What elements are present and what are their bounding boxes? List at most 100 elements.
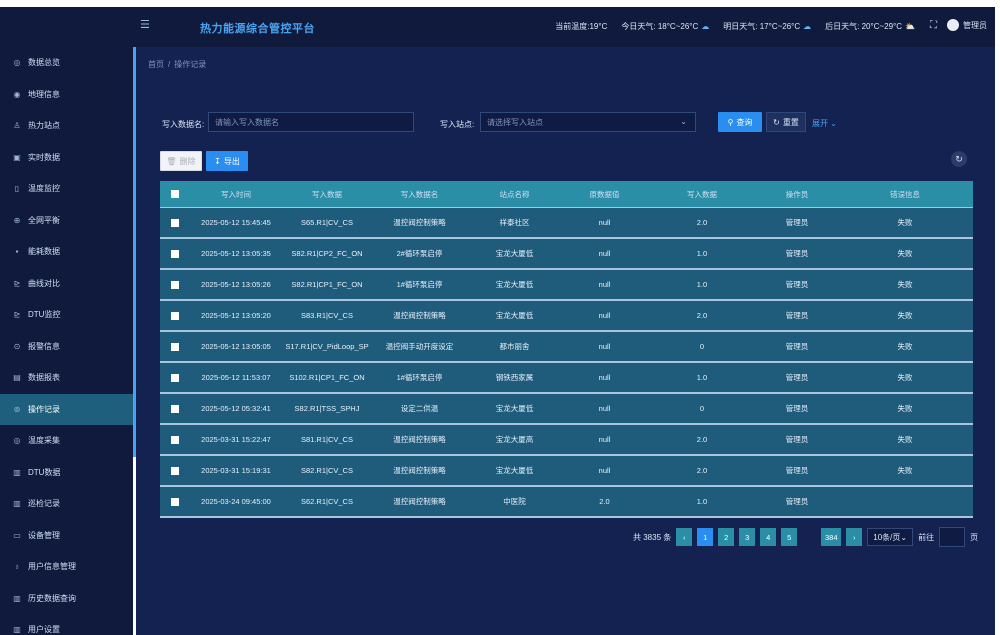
sidebar-item[interactable]: ▣ 实时数据 bbox=[0, 142, 133, 174]
sidebar-item[interactable]: ⊵ 曲线对比 bbox=[0, 268, 133, 300]
row-checkbox[interactable] bbox=[171, 435, 179, 444]
table-cell: 管理员 bbox=[785, 218, 809, 227]
table-cell: 2025-05-12 05:32:41 bbox=[201, 404, 271, 413]
table-cell: S82.R1|CP1_FC_ON bbox=[291, 280, 363, 289]
row-checkbox[interactable] bbox=[171, 280, 179, 289]
fullscreen-icon[interactable]: ⛶ bbox=[930, 20, 937, 31]
table-row[interactable]: 2025-03-31 15:19:31 S82.R1|CV_CS 温控阀控制策略 宝龙… bbox=[160, 456, 973, 487]
table-cell: 2025-03-31 15:19:31 bbox=[201, 466, 271, 475]
refresh-icon[interactable]: ↻ bbox=[951, 151, 967, 167]
table-cell: S82.R1|CV_CS bbox=[301, 466, 353, 475]
export-button[interactable]: ↧ 导出 bbox=[206, 151, 248, 171]
row-checkbox[interactable] bbox=[171, 373, 179, 382]
page-button[interactable]: 3 bbox=[739, 528, 756, 546]
row-checkbox-cell bbox=[160, 466, 190, 475]
settings-icon: ▥ bbox=[13, 625, 21, 635]
page-button[interactable]: 5 bbox=[781, 528, 798, 546]
page-size-select[interactable]: 10条/页⌄ bbox=[867, 528, 914, 546]
reset-button[interactable]: ↻ 重置 bbox=[766, 112, 806, 132]
sidebar-item-label: 能耗数据 bbox=[28, 247, 60, 257]
table-row[interactable]: 2025-05-12 15:45:45 S65.R1|CV_CS 温控阀控制策略 祥泰… bbox=[160, 208, 973, 239]
table-cell: 中医院 bbox=[503, 497, 526, 506]
sidebar: ◎ 数据总览 ◉ 地理信息 ♙ 热力站点 ▣ 实时数据 ▯ 温度监控 ⊕ 全网平衡 ▪ 能耗数据 ⊵ 曲线对比… bbox=[0, 47, 133, 635]
table-cell: 宝龙大厦低 bbox=[495, 311, 534, 320]
row-checkbox[interactable] bbox=[171, 404, 179, 413]
table-cell: null bbox=[598, 280, 611, 289]
row-checkbox[interactable] bbox=[171, 466, 179, 475]
sidebar-item[interactable]: ▪ 能耗数据 bbox=[0, 236, 133, 268]
search-button[interactable]: ⚲ 查询 bbox=[718, 112, 762, 132]
records-table: 写入时间 写入数据 写入数据名 站点名称 原数据值 写入数据 操作员 错误信息 2025-05-… bbox=[160, 181, 973, 518]
sidebar-item[interactable]: ◎ 温度采集 bbox=[0, 425, 133, 457]
row-checkbox[interactable] bbox=[171, 249, 179, 258]
thermometer-icon: ▯ bbox=[14, 184, 20, 194]
table-cell: 宝龙大厦低 bbox=[495, 466, 534, 475]
expand-link[interactable]: 展开 ⌄ bbox=[812, 118, 837, 129]
site-select[interactable]: 请选择写入站点 ⌄ bbox=[480, 112, 696, 132]
sidebar-item[interactable]: ▥ 历史数据查询 bbox=[0, 583, 133, 615]
table-row[interactable]: 2025-05-12 13:05:35 S82.R1|CP2_FC_ON 2#循环泵… bbox=[160, 239, 973, 270]
next-page-button[interactable]: › bbox=[846, 528, 863, 546]
page-jump-input[interactable] bbox=[939, 527, 966, 547]
collect-icon: ◎ bbox=[13, 436, 21, 446]
table-cell: S65.R1|CV_CS bbox=[301, 218, 353, 227]
after-tomorrow-weather: 后日天气: 20°C~29°C ⛅ bbox=[825, 22, 915, 31]
table-row[interactable]: 2025-03-31 15:22:47 S81.R1|CV_CS 温控阀控制策略 宝龙… bbox=[160, 425, 973, 456]
table-row[interactable]: 2025-05-12 13:05:26 S82.R1|CP1_FC_ON 1#循环泵… bbox=[160, 270, 973, 301]
table-cell: null bbox=[598, 249, 611, 258]
sidebar-item[interactable]: ▯ 温度监控 bbox=[0, 173, 133, 205]
page-button[interactable]: 4 bbox=[760, 528, 777, 546]
sidebar-item[interactable]: ⊕ 全网平衡 bbox=[0, 205, 133, 237]
sidebar-item[interactable]: ◎ 数据总览 bbox=[0, 47, 133, 79]
sidebar-item[interactable]: ⊙ 报警信息 bbox=[0, 331, 133, 363]
table-cell: 2025-05-12 11:53:07 bbox=[201, 373, 271, 382]
last-page-button[interactable]: 384 bbox=[821, 528, 842, 546]
table-row[interactable]: 2025-05-12 11:53:07 S102.R1|CP1_FC_ON 1#循环… bbox=[160, 363, 973, 394]
balance-icon: ⊕ bbox=[13, 215, 21, 225]
sidebar-item[interactable]: ▤ 数据报表 bbox=[0, 362, 133, 394]
table-cell: 设定二供温 bbox=[400, 404, 439, 413]
row-checkbox[interactable] bbox=[171, 311, 179, 320]
table-cell: 失败 bbox=[897, 435, 913, 444]
table-cell: 钢铁西家属 bbox=[495, 373, 534, 382]
table-cell: 宝龙大厦低 bbox=[495, 249, 534, 258]
sidebar-item[interactable]: ◉ 地理信息 bbox=[0, 79, 133, 111]
breadcrumb-home[interactable]: 首页 bbox=[148, 60, 164, 69]
sidebar-item[interactable]: ▥ 巡检记录 bbox=[0, 488, 133, 520]
table-row[interactable]: 2025-05-12 13:05:05 S17.R1|CV_PidLoop_SP 温… bbox=[160, 332, 973, 363]
sidebar-item[interactable]: ♙ 热力站点 bbox=[0, 110, 133, 142]
menu-toggle-icon[interactable]: ☰ bbox=[140, 18, 156, 34]
table-cell: 2025-05-12 13:05:05 bbox=[201, 342, 271, 351]
table-row[interactable]: 2025-05-12 05:32:41 S82.R1|TSS_SPHJ 设定二供温 宝… bbox=[160, 394, 973, 425]
data-name-input[interactable]: 请输入写入数据名 bbox=[208, 112, 414, 132]
sidebar-item[interactable]: ▭ 设备管理 bbox=[0, 520, 133, 552]
sidebar-item-label: 巡检记录 bbox=[28, 499, 60, 509]
table-row[interactable]: 2025-05-12 13:05:20 S83.R1|CV_CS 温控阀控制策略 宝龙… bbox=[160, 301, 973, 332]
table-cell: 温控阀控制策略 bbox=[393, 311, 446, 320]
row-checkbox[interactable] bbox=[171, 218, 179, 227]
sidebar-item[interactable]: ⊵ DTU监控 bbox=[0, 299, 133, 331]
table-cell: 管理员 bbox=[785, 497, 809, 506]
table-cell: 宝龙大厦高 bbox=[495, 435, 534, 444]
delete-button[interactable]: 🗑 删除 bbox=[160, 151, 202, 171]
sidebar-item[interactable]: ▥ DTU数据 bbox=[0, 457, 133, 489]
table-cell: 2.0 bbox=[599, 497, 610, 506]
select-all-checkbox[interactable] bbox=[171, 190, 179, 198]
table-row[interactable]: 2025-03-24 09:45:00 S62.R1|CV_CS 温控阀控制策略 中医… bbox=[160, 487, 973, 518]
row-checkbox[interactable] bbox=[171, 342, 179, 351]
page-button[interactable]: 2 bbox=[718, 528, 735, 546]
row-checkbox-cell bbox=[160, 404, 190, 413]
prev-page-button[interactable]: ‹ bbox=[676, 528, 693, 546]
table-cell: 管理员 bbox=[785, 373, 809, 382]
sidebar-item[interactable]: ⊚ 操作记录 bbox=[0, 393, 133, 425]
sidebar-item[interactable]: ♁ 用户信息管理 bbox=[0, 551, 133, 583]
sidebar-item[interactable]: ▥ 用户设置 bbox=[0, 614, 133, 635]
total-count: 共 3835 条 bbox=[633, 532, 672, 542]
table-cell: S81.R1|CV_CS bbox=[301, 435, 353, 444]
row-checkbox[interactable] bbox=[171, 497, 179, 506]
table-header: 写入时间 写入数据 写入数据名 站点名称 原数据值 写入数据 操作员 错误信息 bbox=[160, 181, 973, 208]
page-button[interactable]: 1 bbox=[697, 528, 714, 546]
user-menu[interactable]: 管理员 bbox=[947, 19, 987, 31]
column-header: 原数据值 bbox=[589, 189, 620, 199]
dtu-monitor-icon: ⊵ bbox=[13, 310, 21, 320]
